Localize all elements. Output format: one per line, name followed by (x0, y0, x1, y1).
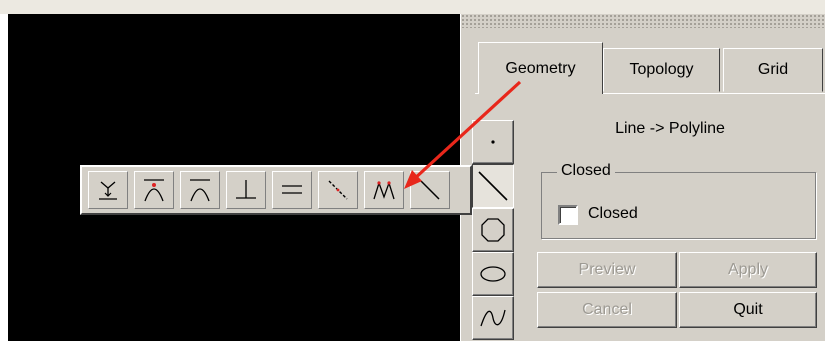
cancel-button[interactable]: Cancel (537, 292, 677, 328)
arc-midpoint-icon (144, 179, 164, 202)
diagonal-line-button[interactable] (410, 171, 450, 209)
ellipse-tool-button[interactable] (472, 252, 514, 296)
tab-topology[interactable]: Topology (603, 48, 720, 92)
dashed-line-button[interactable] (318, 171, 358, 209)
line-tool-button[interactable] (472, 164, 514, 208)
arc-midpoint-button[interactable] (134, 171, 174, 209)
point-tool-button[interactable] (472, 120, 514, 164)
closed-checkbox[interactable] (558, 205, 578, 225)
arc-icon (190, 179, 210, 202)
tab-geometry-label: Geometry (505, 59, 576, 77)
preview-button[interactable]: Preview (537, 252, 677, 288)
mode-label: Line -> Polyline (615, 120, 725, 137)
window-top-strip (0, 0, 825, 14)
tab-topology-label: Topology (629, 61, 694, 78)
quit-button-label: Quit (733, 301, 763, 318)
perpendicular-icon (236, 180, 256, 199)
dashed-diagonal-icon (328, 180, 348, 200)
octagon-icon (481, 218, 505, 242)
arc-button[interactable] (180, 171, 220, 209)
point-icon (491, 140, 495, 144)
snap-down-button[interactable] (88, 171, 128, 209)
closed-checkbox-label[interactable]: Closed (588, 205, 638, 223)
quit-button[interactable]: Quit (679, 292, 817, 328)
shape-tool-palette (472, 120, 516, 341)
curve-tool-button[interactable] (472, 296, 514, 340)
apply-button[interactable]: Apply (679, 252, 817, 288)
preview-button-label: Preview (578, 261, 636, 278)
polygon-tool-button[interactable] (472, 208, 514, 252)
parallel-icon (282, 185, 302, 194)
floating-snap-toolbar[interactable] (80, 165, 472, 215)
snap-down-icon (99, 181, 117, 200)
apply-button-label: Apply (727, 261, 769, 278)
wave-curve-icon (480, 309, 506, 327)
parallel-button[interactable] (272, 171, 312, 209)
polyline-points-icon (373, 180, 395, 200)
tab-grid[interactable]: Grid (723, 48, 823, 92)
cancel-button-label: Cancel (582, 301, 632, 318)
closed-group-legend: Closed (557, 162, 615, 180)
perpendicular-button[interactable] (226, 171, 266, 209)
closed-groupbox (541, 172, 816, 239)
panel-grip[interactable] (461, 14, 825, 28)
tab-grid-label: Grid (757, 61, 789, 78)
diagonal-line-icon (420, 180, 440, 200)
tab-geometry[interactable]: Geometry (478, 42, 603, 94)
line-icon (478, 171, 508, 201)
panel-bottom-edge (520, 335, 825, 341)
polyline-points-button[interactable] (364, 171, 404, 209)
ellipse-icon (480, 266, 506, 282)
